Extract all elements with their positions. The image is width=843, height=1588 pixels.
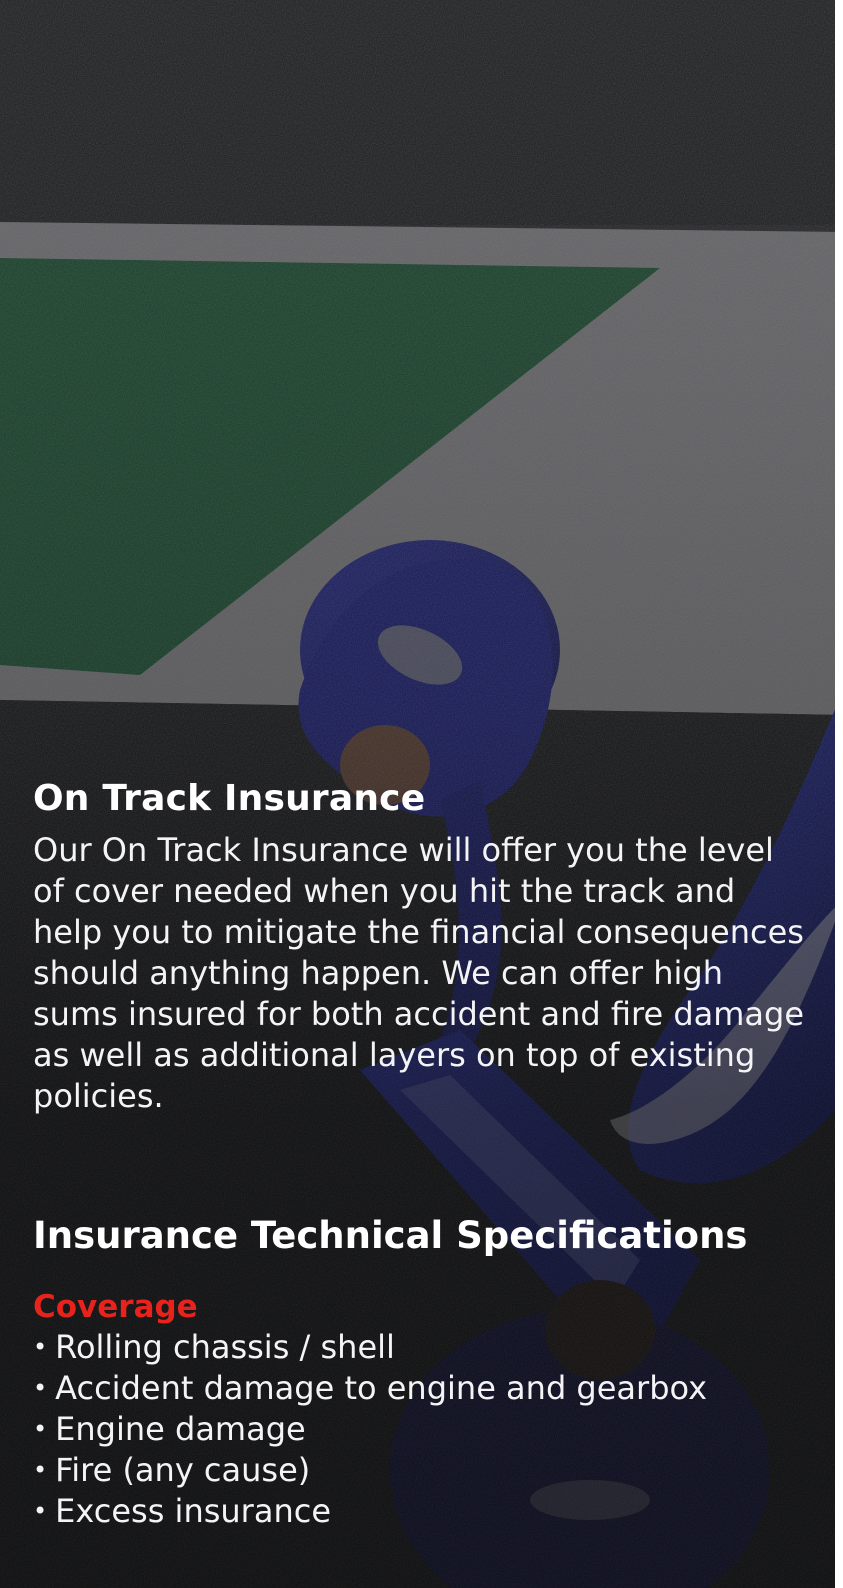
content-section: On Track Insurance Our On Track Insuranc… (33, 776, 813, 1532)
bullet-icon: • (33, 1456, 48, 1484)
section-description: Our On Track Insurance will offer you th… (33, 831, 805, 1115)
bullet-icon: • (33, 1415, 48, 1443)
right-edge-strip (835, 0, 843, 1588)
coverage-item: • Excess insurance (33, 1492, 331, 1530)
page: On Track Insurance Our On Track Insuranc… (0, 0, 843, 1588)
section-title: On Track Insurance (33, 778, 426, 819)
coverage-item: • Accident damage to engine and gearbox (33, 1369, 708, 1407)
specs-title: Insurance Technical Specifications (33, 1214, 748, 1257)
coverage-label: Coverage (33, 1289, 198, 1325)
coverage-item: • Fire (any cause) (33, 1451, 311, 1489)
coverage-item: • Rolling chassis / shell (33, 1328, 395, 1366)
coverage-list: • Rolling chassis / shell • Accident damag… (33, 1327, 813, 1532)
coverage-item: • Engine damage (33, 1410, 306, 1448)
bullet-icon: • (33, 1374, 48, 1402)
bullet-icon: • (33, 1497, 48, 1525)
bullet-icon: • (33, 1333, 48, 1361)
